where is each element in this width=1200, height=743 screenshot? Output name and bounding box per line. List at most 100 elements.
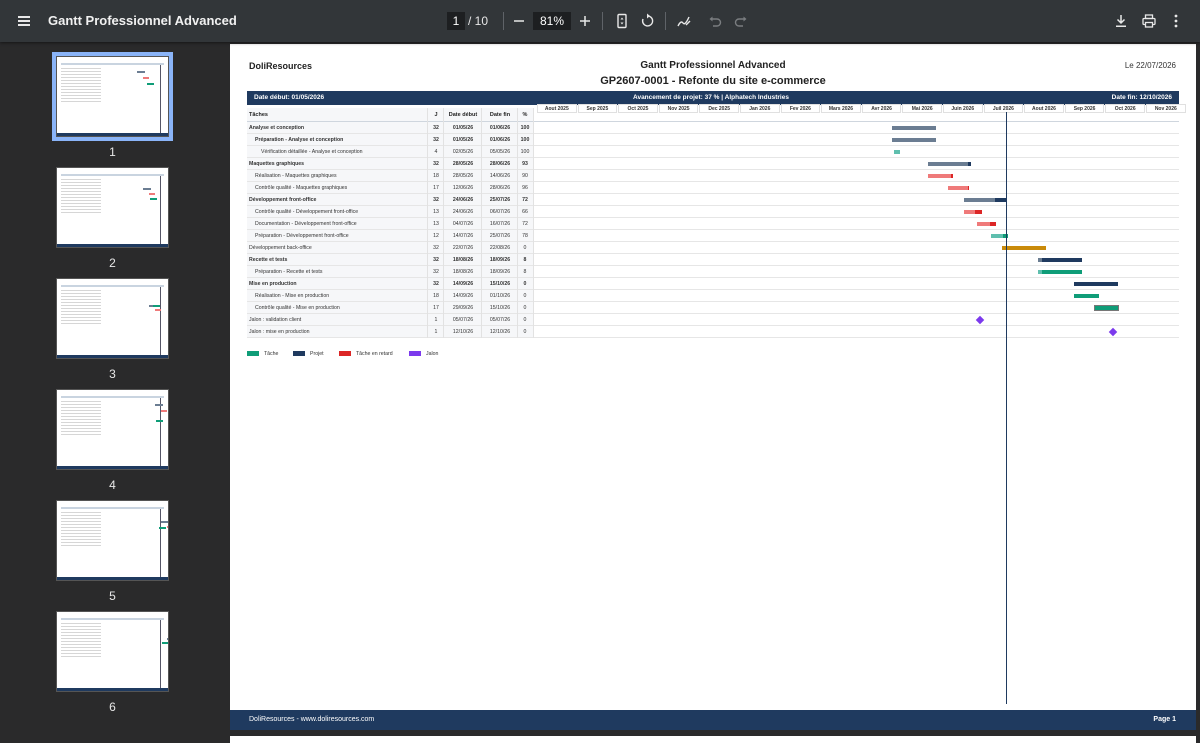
task-days: 32	[433, 245, 439, 251]
task-row[interactable]: Contrôle qualité - Développement front-o…	[247, 206, 1179, 218]
task-end-date: 25/07/26	[489, 197, 511, 203]
task-days: 13	[433, 221, 439, 227]
task-name: Contrôle qualité - Développement front-o…	[255, 209, 359, 215]
task-days: 32	[433, 197, 439, 203]
footer-website: DoliResources - www.doliresources.com	[249, 716, 375, 723]
task-percent: 78	[522, 233, 528, 239]
report-date: Le 22/07/2026	[1124, 61, 1176, 70]
page-thumbnail[interactable]: 5	[55, 500, 170, 603]
task-row[interactable]: Recette et tests 32 18/08/26 18/09/26 8	[247, 254, 1179, 266]
task-row[interactable]: Préparation - Développement front-office…	[247, 230, 1179, 242]
undo-icon[interactable]	[705, 11, 725, 31]
zoom-in-icon[interactable]	[575, 11, 595, 31]
task-row[interactable]: Maquettes graphiques 32 28/05/26 28/06/26 93	[247, 158, 1179, 170]
page-thumbnail[interactable]: 1	[52, 52, 173, 159]
task-end-date: 01/10/26	[489, 293, 511, 299]
month-header: Aout 2026	[1024, 104, 1064, 113]
task-percent: 93	[522, 161, 528, 167]
redo-icon[interactable]	[731, 11, 751, 31]
today-line	[1006, 112, 1007, 704]
page-thumbnail[interactable]: 3	[55, 278, 170, 381]
task-start-date: 18/08/26	[452, 269, 474, 275]
zoom-out-icon[interactable]	[509, 11, 529, 31]
rotate-icon[interactable]	[637, 11, 657, 31]
month-header: Sep 2025	[577, 104, 618, 113]
task-start-date: 04/07/26	[452, 221, 474, 227]
toolbar-divider	[503, 12, 504, 30]
task-name: Mise en production	[249, 281, 297, 287]
project-info-bar: Date début: 01/05/2026 Avancement de pro…	[247, 91, 1179, 105]
thumbnail-preview	[56, 278, 169, 359]
page-thumbnail[interactable]: 4	[55, 389, 170, 492]
thumbnail-preview	[56, 500, 169, 581]
month-header: Dec 2025	[699, 104, 739, 113]
task-row[interactable]: Préparation - Recette et tests 32 18/08/26…	[247, 266, 1179, 278]
task-days: 12	[433, 233, 439, 239]
annotate-icon[interactable]	[674, 11, 694, 31]
task-start-date: 05/07/26	[452, 317, 474, 323]
gantt-bar	[990, 222, 996, 226]
task-row[interactable]: Contrôle qualité - Maquettes graphiques 1…	[247, 182, 1179, 194]
task-days: 1	[434, 317, 438, 323]
task-days: 32	[433, 269, 439, 275]
task-row[interactable]: Documentation - Développement front-offi…	[247, 218, 1179, 230]
task-days: 18	[433, 293, 439, 299]
task-row[interactable]: Contrôle qualité - Mise en production 17 2…	[247, 302, 1179, 314]
menu-icon[interactable]	[14, 11, 34, 31]
page-number-input[interactable]: 1	[447, 12, 465, 30]
month-header: Fev 2026	[780, 104, 821, 113]
task-row[interactable]: Jalon : mise en production 1 12/10/26 12/10…	[247, 326, 1179, 338]
task-days: 1	[434, 329, 438, 335]
month-header: Nov 2025	[658, 104, 699, 113]
task-name: Jalon : validation client	[249, 317, 302, 323]
task-row[interactable]: Analyse et conception 32 01/05/26 01/06/26 1…	[247, 122, 1179, 134]
task-row[interactable]: Développement front-office 32 24/06/26 25/0…	[247, 194, 1179, 206]
month-header: Mars 2026	[821, 104, 861, 113]
task-row[interactable]: Réalisation - Mise en production 18 14/09/…	[247, 290, 1179, 302]
thumbnail-preview	[56, 389, 169, 470]
task-start-date: 18/08/26	[452, 257, 474, 263]
task-start-date: 22/07/26	[452, 245, 474, 251]
column-divider	[517, 108, 518, 338]
gantt-bar	[968, 186, 969, 190]
thumbnail-page-number: 5	[109, 589, 116, 603]
task-name: Jalon : mise en production	[249, 329, 310, 335]
task-name: Préparation - Analyse et conception	[255, 137, 344, 143]
month-header: Juil 2026	[983, 104, 1024, 113]
column-divider	[443, 108, 444, 338]
page-thumbnail[interactable]: 6	[55, 611, 170, 714]
month-header: Oct 2026	[1105, 104, 1145, 113]
task-start-date: 01/05/26	[452, 125, 474, 131]
task-end-date: 14/06/26	[489, 173, 511, 179]
task-row[interactable]: Mise en production 32 14/09/26 15/10/26 0	[247, 278, 1179, 290]
gantt-bar	[1002, 246, 1046, 250]
task-end-date: 05/05/26	[489, 149, 511, 155]
task-name: Réalisation - Maquettes graphiques	[255, 173, 337, 179]
task-row[interactable]: Jalon : validation client 1 05/07/26 05/07/…	[247, 314, 1179, 326]
task-end-date: 15/10/26	[489, 281, 511, 287]
task-row[interactable]: Vérification détaillée - Analyse et conc…	[247, 146, 1179, 158]
document-title: Gantt Professionnel Advanced	[48, 13, 237, 28]
task-start-date: 02/05/26	[452, 149, 474, 155]
zoom-level-input[interactable]: 81%	[533, 12, 571, 30]
fit-page-icon[interactable]	[612, 11, 632, 31]
task-percent: 100	[520, 137, 530, 143]
pdf-page: DoliResources Gantt Professionnel Advanc…	[230, 44, 1196, 730]
task-days: 32	[433, 137, 439, 143]
task-name: Réalisation - Mise en production	[255, 293, 330, 299]
gantt-bar	[1042, 270, 1082, 274]
gantt-bar	[968, 162, 971, 166]
task-row[interactable]: Préparation - Analyse et conception 32 01/…	[247, 134, 1179, 146]
task-days: 17	[433, 185, 439, 191]
task-start-date: 28/05/26	[452, 161, 474, 167]
download-icon[interactable]	[1111, 11, 1131, 31]
pdf-toolbar: Gantt Professionnel Advanced 1 / 10 81%	[0, 0, 1200, 42]
print-icon[interactable]	[1139, 11, 1159, 31]
page-thumbnail[interactable]: 2	[55, 167, 170, 270]
task-row[interactable]: Réalisation - Maquettes graphiques 18 28/0…	[247, 170, 1179, 182]
task-end-date: 16/07/26	[489, 221, 511, 227]
more-icon[interactable]	[1166, 11, 1186, 31]
task-row[interactable]: Développement back-office 32 22/07/26 22/08…	[247, 242, 1179, 254]
task-percent: 96	[522, 185, 528, 191]
gantt-bar	[1074, 282, 1118, 286]
